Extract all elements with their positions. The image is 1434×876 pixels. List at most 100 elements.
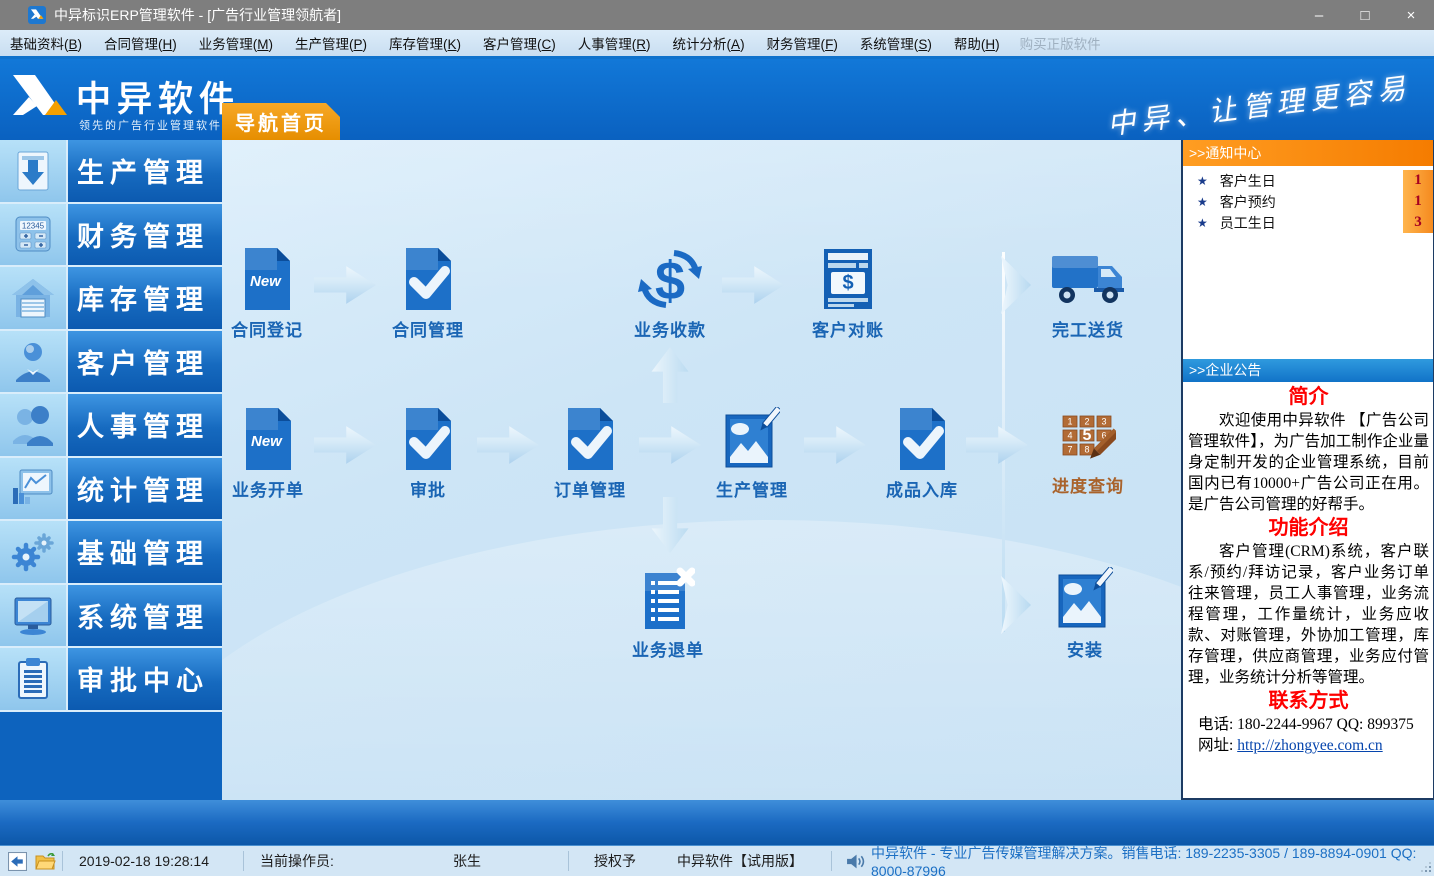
sidebar-item-hr[interactable]: 人事管理 [0,394,222,458]
flow-node-progress-query[interactable]: 1 2 3 4 5 6 7 8 进度查询 [1043,413,1133,497]
flow-node-order-return[interactable]: 业务退单 [623,565,713,661]
close-button[interactable]: × [1388,0,1434,30]
arrow-right-icon [804,424,866,466]
open-folder-button[interactable] [35,853,56,870]
sidebar-item-system[interactable]: 系统管理 [0,585,222,649]
menu-business[interactable]: 业务管理(M) [193,33,279,53]
status-datetime: 2019-02-18 19:28:14 [69,853,237,869]
image-tool-icon [707,405,797,473]
menu-statistics[interactable]: 统计分析(A) [667,33,751,53]
flow-node-approve[interactable]: 审批 [383,405,473,501]
menu-production[interactable]: 生产管理(P) [289,33,373,53]
flow-node-production[interactable]: 生产管理 [707,405,797,501]
menu-customer[interactable]: 客户管理(C) [477,33,562,53]
header-slogan: 中异、让管理更容易 [1105,67,1408,143]
flow-node-delivery[interactable]: 完工送货 [1043,245,1133,341]
resize-grip[interactable] [1419,860,1431,872]
announcement-body: 简介 欢迎使用中异软件 【广告公司管理软件】，为广告加工制作企业量身定制开发的企… [1183,382,1433,798]
notice-list: ★ 客户生日 1 ★ 客户预约 1 ★ 员工生日 3 [1183,170,1433,233]
arrow-right-icon [722,264,784,306]
flow-node-receivables[interactable]: $ 业务收款 [625,245,715,341]
sidebar-item-customer[interactable]: 客户管理 [0,331,222,395]
flow-node-order-manage[interactable]: 订单管理 [545,405,635,501]
minimize-button[interactable]: – [1296,0,1342,30]
menu-buy-genuine[interactable]: 购买正版软件 [1020,33,1101,53]
flow-node-install[interactable]: 安装 [1040,565,1130,661]
svg-text:$: $ [842,272,853,294]
flow-node-contract-manage[interactable]: 合同管理 [383,245,473,341]
menu-finance[interactable]: 财务管理(F) [761,33,844,53]
sidebar-item-inventory[interactable]: 库存管理 [0,267,222,331]
star-icon: ★ [1197,195,1208,209]
list-x-icon [623,565,713,633]
notice-count-badge: 1 [1403,191,1433,212]
operator-name: 张生 [372,851,562,871]
company-logo-icon [8,69,70,134]
logo-title: 中异软件 [76,71,240,122]
sidebar-item-finance[interactable]: 12345 财务管理 [0,204,222,268]
menu-basic-data[interactable]: 基础资料(B) [4,33,88,53]
features-text: 客户管理(CRM)系统，客户联系/预约/拜访记录，客户业务订单往来管理，员工人事… [1188,541,1429,688]
menu-help[interactable]: 帮助(H) [948,33,1006,53]
title-bar: 中异标识ERP管理软件 - [广告行业管理领航者] – □ × [0,0,1434,30]
status-bar: 2019-02-18 19:28:14 当前操作员: 张生 授权予 中异软件【试… [0,845,1434,876]
window-title: 中异标识ERP管理软件 - [广告行业管理领航者] [54,5,341,25]
sidebar-item-base[interactable]: 基础管理 [0,521,222,585]
monitor-icon [0,585,68,647]
notice-count-badge: 1 [1403,170,1433,191]
arrow-down-icon [648,497,692,553]
warehouse-icon [0,267,68,329]
flow-node-order-create[interactable]: New 业务开单 [223,405,313,501]
license-value: 中异软件【试用版】 [655,851,825,871]
truck-icon [1043,245,1133,313]
notice-item-customer-birthday[interactable]: ★ 客户生日 1 [1183,170,1433,191]
separator [568,851,569,871]
keypad-pencil-icon: 1 2 3 4 5 6 7 8 [1043,413,1133,469]
arrow-right-icon [314,264,376,306]
star-icon: ★ [1197,216,1208,230]
site-label: 网址: [1198,737,1237,754]
flow-node-stock-in[interactable]: 成品入库 [877,405,967,501]
svg-text:$: $ [655,251,685,311]
star-icon: ★ [1197,174,1208,188]
erp-window: 中异标识ERP管理软件 - [广告行业管理领航者] – □ × 基础资料(B) … [0,0,1434,876]
menu-inventory[interactable]: 库存管理(K) [383,33,467,53]
flow-node-contract-register[interactable]: New 合同登记 [222,245,312,341]
svg-text:5: 5 [1083,427,1092,444]
sidebar-item-production[interactable]: 生产管理 [0,140,222,204]
features-heading: 功能介绍 [1188,515,1429,541]
doc-check-icon [545,405,635,473]
doc-check-icon [877,405,967,473]
menu-contract[interactable]: 合同管理(H) [98,33,183,53]
image-tool-icon [1040,565,1130,633]
menu-system[interactable]: 系统管理(S) [854,33,938,53]
arrow-up-icon [648,347,692,403]
intro-heading: 简介 [1188,384,1429,410]
website-link[interactable]: http://zhongyee.com.cn [1237,737,1383,754]
notice-item-employee-birthday[interactable]: ★ 员工生日 3 [1183,212,1433,233]
announcement-header: >>企业公告 [1183,359,1433,382]
speaker-icon[interactable] [846,854,865,869]
doc-new-icon: New [223,405,313,473]
svg-text:4: 4 [1067,431,1072,441]
menu-hr[interactable]: 人事管理(R) [572,33,657,53]
notice-item-customer-appointment[interactable]: ★ 客户预约 1 [1183,191,1433,212]
menu-bar: 基础资料(B) 合同管理(H) 业务管理(M) 生产管理(P) 库存管理(K) … [0,30,1434,56]
panel-spacer [1183,233,1433,359]
svg-text:7: 7 [1067,445,1072,455]
gears-icon [0,521,68,583]
svg-text:New: New [250,273,282,290]
tab-nav-home[interactable]: 导航首页 [222,103,340,140]
flow-node-customer-statement[interactable]: $ 客户对账 [803,245,893,341]
money-icon: $ [625,245,715,313]
calculator-icon: 12345 [0,204,68,266]
bottom-band [0,800,1434,845]
sidebar-item-statistics[interactable]: 统计管理 [0,458,222,522]
customer-icon [0,331,68,393]
sidebar-item-approval[interactable]: 审批中心 [0,648,222,712]
maximize-button[interactable]: □ [1342,0,1388,30]
doc-check-icon [383,405,473,473]
header-banner: 中异软件 领先的广告行业管理软件研发商 导航首页 中异、让管理更容易 [0,59,1434,140]
back-button[interactable] [8,852,27,871]
arrow-head-icon [1001,254,1031,316]
